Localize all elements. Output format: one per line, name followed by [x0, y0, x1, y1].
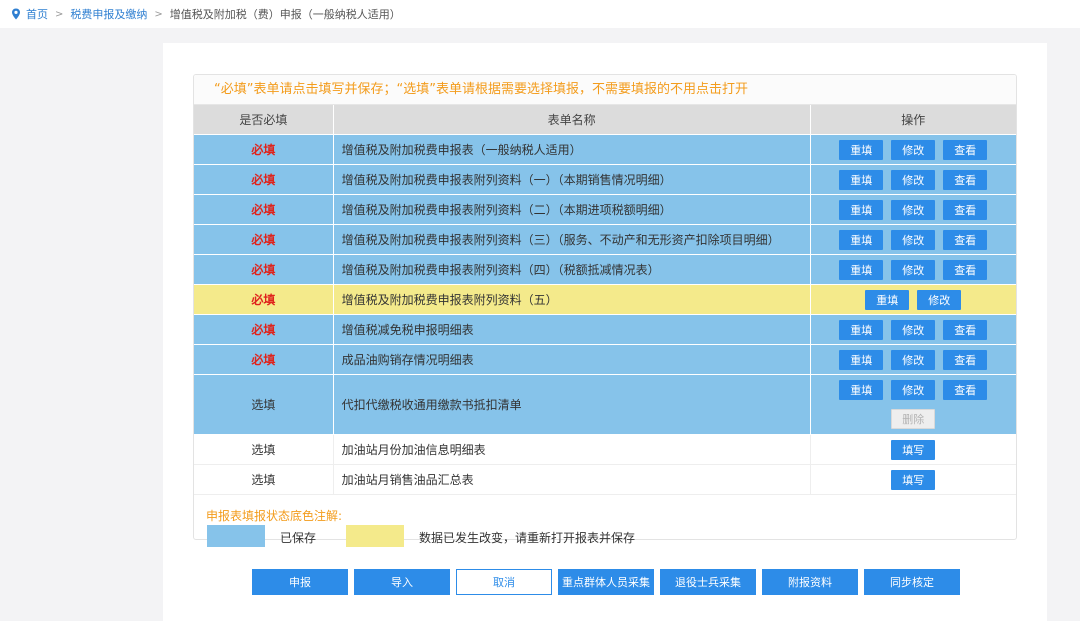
- refill-button[interactable]: 重填: [839, 139, 884, 160]
- location-pin-icon: [12, 8, 20, 20]
- refill-button[interactable]: 重填: [839, 319, 884, 340]
- breadcrumb-tax-filing[interactable]: 税费申报及缴纳: [70, 6, 147, 22]
- key-group-collection-button[interactable]: 重点群体人员采集: [558, 569, 654, 595]
- breadcrumb-separator: >: [55, 8, 64, 20]
- required-flag: 必填: [251, 173, 276, 187]
- form-name[interactable]: 增值税及附加税费申报表（一般纳税人适用）: [334, 135, 811, 164]
- refill-button[interactable]: 重填: [839, 380, 884, 400]
- delete-button[interactable]: 删除: [891, 409, 936, 429]
- optional-flag: 选填: [251, 473, 276, 487]
- table-row: 必填 增值税及附加税费申报表附列资料（三）（服务、不动产和无形资产扣除项目明细）…: [194, 225, 1016, 255]
- form-name[interactable]: 代扣代缴税收通用缴款书抵扣清单: [334, 375, 811, 434]
- breadcrumb-home[interactable]: 首页: [26, 6, 48, 22]
- required-flag: 必填: [251, 323, 276, 337]
- legend-changed-label: 数据已发生改变，请重新打开报表并保存: [419, 531, 636, 545]
- modify-button[interactable]: 修改: [891, 229, 936, 250]
- view-button[interactable]: 查看: [943, 229, 988, 250]
- changed-color-swatch: [346, 525, 404, 547]
- main-panel: “必填”表单请点击填写并保存；“选填”表单请根据需要选择填报，不需要填报的不用点…: [163, 43, 1047, 621]
- form-name[interactable]: 加油站月销售油品汇总表: [334, 465, 811, 494]
- form-table: “必填”表单请点击填写并保存；“选填”表单请根据需要选择填报，不需要填报的不用点…: [193, 74, 1017, 540]
- attachments-button[interactable]: 附报资料: [762, 569, 858, 595]
- table-row: 选填 代扣代缴税收通用缴款书抵扣清单 重填 修改 查看 删除: [194, 375, 1016, 435]
- refill-button[interactable]: 重填: [839, 229, 884, 250]
- modify-button[interactable]: 修改: [891, 319, 936, 340]
- cancel-button[interactable]: 取消: [456, 569, 552, 595]
- required-flag: 必填: [251, 233, 276, 247]
- form-name[interactable]: 增值税及附加税费申报表附列资料（二）（本期进项税额明细）: [334, 195, 811, 224]
- view-button[interactable]: 查看: [943, 259, 988, 280]
- view-button[interactable]: 查看: [943, 139, 988, 160]
- sync-verify-button[interactable]: 同步核定: [864, 569, 960, 595]
- fill-button[interactable]: 填写: [891, 469, 936, 490]
- form-name[interactable]: 成品油购销存情况明细表: [334, 345, 811, 374]
- modify-button[interactable]: 修改: [891, 349, 936, 370]
- veteran-collection-button[interactable]: 退役士兵采集: [660, 569, 756, 595]
- view-button[interactable]: 查看: [943, 349, 988, 370]
- optional-flag: 选填: [251, 443, 276, 457]
- view-button[interactable]: 查看: [943, 169, 988, 190]
- table-row: 必填 增值税及附加税费申报表（一般纳税人适用） 重填 修改 查看: [194, 135, 1016, 165]
- form-name[interactable]: 增值税及附加税费申报表附列资料（三）（服务、不动产和无形资产扣除项目明细）: [334, 225, 811, 254]
- refill-button[interactable]: 重填: [839, 169, 884, 190]
- saved-color-swatch: [207, 525, 265, 547]
- modify-button[interactable]: 修改: [891, 169, 936, 190]
- table-row: 必填 增值税减免税申报明细表 重填 修改 查看: [194, 315, 1016, 345]
- table-header: 是否必填 表单名称 操作: [194, 105, 1016, 135]
- breadcrumb-current: 增值税及附加税（费）申报（一般纳税人适用）: [169, 8, 401, 21]
- required-flag: 必填: [251, 263, 276, 277]
- view-button[interactable]: 查看: [943, 380, 988, 400]
- form-name[interactable]: 增值税减免税申报明细表: [334, 315, 811, 344]
- table-row: 必填 增值税及附加税费申报表附列资料（四）（税额抵减情况表） 重填 修改 查看: [194, 255, 1016, 285]
- header-form-name: 表单名称: [334, 105, 811, 134]
- modify-button[interactable]: 修改: [891, 380, 936, 400]
- required-flag: 必填: [251, 203, 276, 217]
- import-button[interactable]: 导入: [354, 569, 450, 595]
- required-flag: 必填: [251, 143, 276, 157]
- form-name[interactable]: 增值税及附加税费申报表附列资料（一）（本期销售情况明细）: [334, 165, 811, 194]
- modify-button[interactable]: 修改: [891, 139, 936, 160]
- refill-button[interactable]: 重填: [839, 349, 884, 370]
- modify-button[interactable]: 修改: [891, 199, 936, 220]
- form-name[interactable]: 增值税及附加税费申报表附列资料（四）（税额抵减情况表）: [334, 255, 811, 284]
- table-row: 必填 增值税及附加税费申报表附列资料（五） 重填 修改: [194, 285, 1016, 315]
- table-row: 必填 成品油购销存情况明细表 重填 修改 查看: [194, 345, 1016, 375]
- table-row: 选填 加油站月份加油信息明细表 填写: [194, 435, 1016, 465]
- refill-button[interactable]: 重填: [865, 289, 910, 310]
- refill-button[interactable]: 重填: [839, 259, 884, 280]
- fill-notice: “必填”表单请点击填写并保存；“选填”表单请根据需要选择填报，不需要填报的不用点…: [194, 75, 1016, 105]
- form-name[interactable]: 加油站月份加油信息明细表: [334, 435, 811, 464]
- modify-button[interactable]: 修改: [917, 289, 962, 310]
- required-flag: 必填: [251, 353, 276, 367]
- required-flag: 必填: [251, 293, 276, 307]
- fill-button[interactable]: 填写: [891, 439, 936, 460]
- header-required: 是否必填: [194, 105, 334, 134]
- table-row: 必填 增值税及附加税费申报表附列资料（一）（本期销售情况明细） 重填 修改 查看: [194, 165, 1016, 195]
- action-bar: 申报 导入 取消 重点群体人员采集 退役士兵采集 附报资料 同步核定: [252, 569, 966, 595]
- breadcrumb-bar: 首页 > 税费申报及缴纳 > 增值税及附加税（费）申报（一般纳税人适用）: [0, 0, 1080, 28]
- header-operation: 操作: [901, 113, 926, 127]
- table-row: 选填 加油站月销售油品汇总表 填写: [194, 465, 1016, 495]
- table-row: 必填 增值税及附加税费申报表附列资料（二）（本期进项税额明细） 重填 修改 查看: [194, 195, 1016, 225]
- declare-button[interactable]: 申报: [252, 569, 348, 595]
- view-button[interactable]: 查看: [943, 199, 988, 220]
- legend-saved-label: 已保存: [280, 531, 317, 545]
- view-button[interactable]: 查看: [943, 319, 988, 340]
- legend-title: 申报表填报状态底色注解:: [206, 509, 343, 523]
- breadcrumb-separator: >: [154, 8, 163, 20]
- form-name[interactable]: 增值税及附加税费申报表附列资料（五）: [334, 285, 811, 314]
- optional-flag: 选填: [251, 398, 276, 412]
- modify-button[interactable]: 修改: [891, 259, 936, 280]
- refill-button[interactable]: 重填: [839, 199, 884, 220]
